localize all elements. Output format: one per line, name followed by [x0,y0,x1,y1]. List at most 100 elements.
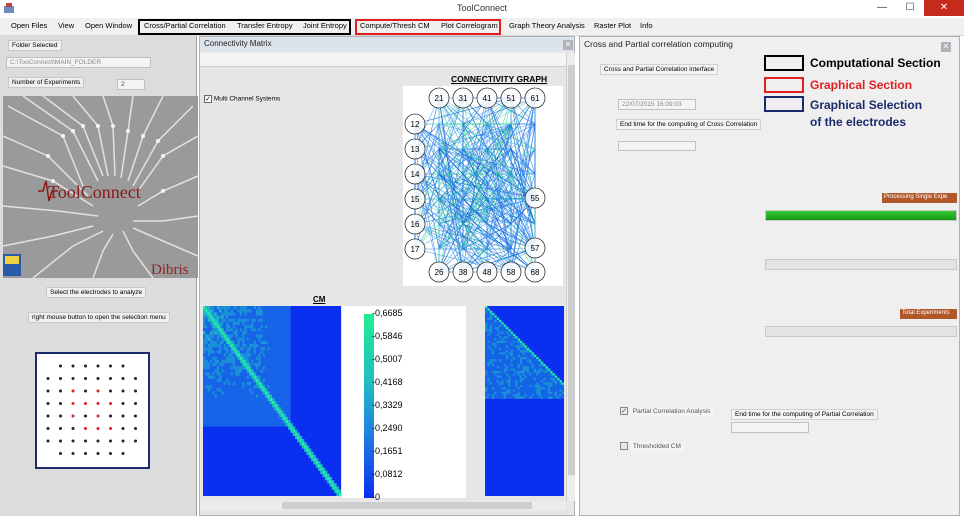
electrode-dot[interactable] [84,402,87,405]
electrode-dot[interactable] [96,414,100,418]
experiments-field[interactable]: 2 [117,79,145,90]
electrode-dot[interactable] [109,427,112,430]
thresholded-cm-label: Thresholded CM [629,441,684,451]
folder-path-field[interactable]: C:\TooConnect\MAIN_FOLDER [6,57,151,68]
electrode-dot[interactable] [121,389,125,393]
menu-compute-thresh-cm[interactable]: Compute/Thresh CM [360,21,430,30]
electrode-dot[interactable] [59,364,62,368]
partial-correlation-checkbox[interactable]: ✓ Partial Correlation Analysis [620,406,714,416]
electrode-dot[interactable] [134,427,137,430]
connectivity-scroll-thumb[interactable] [568,65,575,475]
electrode-dot[interactable] [96,402,100,405]
electrode-dot[interactable] [121,427,125,430]
electrode-dot[interactable] [59,414,62,418]
multi-channel-checkbox[interactable]: ✓ Multi Channel Systems [204,95,280,103]
electrode-dot[interactable] [59,427,62,430]
electrode-dot[interactable] [46,389,50,393]
electrode-grid-dots[interactable] [37,354,148,467]
thresholded-cm-checkbox[interactable]: Thresholded CM [620,441,684,451]
electrode-dot[interactable] [46,427,50,430]
menu-transfer-entropy[interactable]: Transfer Entropy [237,21,293,30]
electrode-dot[interactable] [71,377,75,380]
electrode-dot[interactable] [96,364,100,368]
electrode-dot[interactable] [84,452,87,455]
electrode-dot[interactable] [71,402,75,405]
electrode-dot[interactable] [134,389,137,393]
electrode-dot[interactable] [59,439,62,443]
heatmap-cell [262,407,266,411]
connectivity-close-button[interactable]: ✕ [563,40,573,50]
electrode-dot[interactable] [96,377,100,380]
menu-graph-theory-analysis[interactable]: Graph Theory Analysis [509,21,585,30]
electrode-dot[interactable] [109,364,112,368]
close-button[interactable]: ✕ [924,0,964,16]
electrode-dot[interactable] [134,439,137,443]
heatmap-cell [251,378,254,383]
electrode-dot[interactable] [96,389,100,393]
electrode-dot[interactable] [121,439,125,443]
heatmap-cell [228,366,231,370]
menu-joint-entropy[interactable]: Joint Entropy [303,21,347,30]
electrode-dot[interactable] [84,439,87,443]
electrode-dot[interactable] [134,402,137,405]
electrode-dot[interactable] [109,439,112,443]
menu-open-window[interactable]: Open Window [85,21,132,30]
maximize-button[interactable]: ☐ [896,0,924,16]
electrode-dot[interactable] [121,402,125,405]
electrode-dot[interactable] [59,389,62,393]
electrode-dot[interactable] [59,402,62,405]
start-time-field[interactable]: 22/07/2015 16:09:03 [618,99,696,110]
electrode-dot[interactable] [46,414,50,418]
cross-close-button[interactable]: ✕ [941,42,951,52]
connectivity-hscroll-thumb[interactable] [282,502,532,509]
end-cross-field[interactable] [618,141,696,151]
electrode-dot[interactable] [71,389,75,393]
electrode-dot[interactable] [134,414,137,418]
electrode-dot[interactable] [96,439,100,443]
heatmap-cell [221,404,224,408]
electrode-dot[interactable] [109,402,112,405]
menu-open-files[interactable]: Open Files [11,21,47,30]
electrode-dot[interactable] [109,452,112,455]
electrode-dot[interactable] [134,377,137,380]
minimize-button[interactable]: — [868,0,896,16]
heatmap-cell [487,340,490,344]
electrode-dot[interactable] [84,414,87,418]
electrode-dot[interactable] [96,452,100,455]
electrode-dot[interactable] [84,427,87,430]
electrode-dot[interactable] [71,364,75,368]
heatmap-cell [531,394,534,397]
connectivity-vertical-scrollbar[interactable] [566,53,575,501]
menu-info[interactable]: Info [640,21,653,30]
electrode-dot[interactable] [71,439,75,443]
electrode-dot[interactable] [71,427,75,430]
electrode-dot[interactable] [59,377,62,380]
electrode-dot[interactable] [109,414,112,418]
electrode-dot[interactable] [84,377,87,380]
electrode-dot[interactable] [59,452,62,455]
electrode-dot[interactable] [121,414,125,418]
heatmap-cell [524,396,528,399]
electrode-dot[interactable] [121,364,125,368]
electrode-dot[interactable] [121,452,125,455]
heatmap-cell [265,321,268,326]
menu-plot-correlogram[interactable]: Plot Correlogram [441,21,498,30]
electrode-dot[interactable] [71,452,75,455]
end-partial-field[interactable] [731,422,809,433]
electrode-dot[interactable] [109,389,112,393]
electrode-dot[interactable] [46,377,50,380]
electrode-dot[interactable] [71,414,75,418]
electrode-dot[interactable] [121,377,125,380]
electrode-dot[interactable] [46,439,50,443]
connectivity-horizontal-scrollbar[interactable] [200,501,566,510]
menu-view[interactable]: View [58,21,74,30]
heatmap-cell [230,369,234,373]
menu-cross-partial-correlation[interactable]: Cross/Partial Correlation [144,21,226,30]
electrode-dot[interactable] [46,402,50,405]
electrode-selection-grid[interactable] [35,352,150,469]
electrode-dot[interactable] [109,377,112,380]
electrode-dot[interactable] [84,364,87,368]
electrode-dot[interactable] [96,427,100,430]
electrode-dot[interactable] [84,389,87,393]
menu-raster-plot[interactable]: Raster Plot [594,21,631,30]
